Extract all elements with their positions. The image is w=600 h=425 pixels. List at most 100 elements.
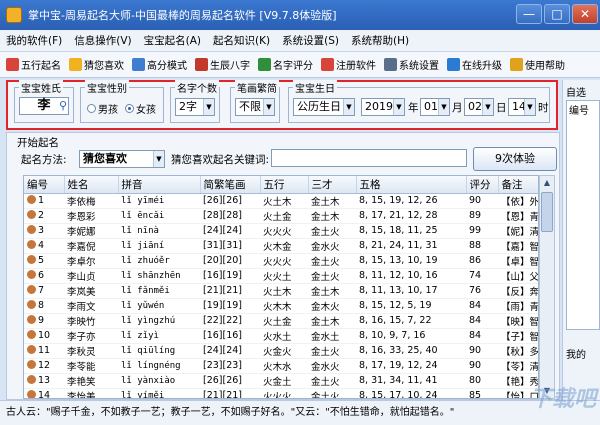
- cell-text: 84: [469, 300, 482, 311]
- cell-text: lǐ ēncǎi: [121, 210, 165, 221]
- minimize-button[interactable]: —: [516, 4, 542, 24]
- cell-text: 80: [469, 375, 482, 386]
- day-select[interactable]: 02 ▼: [464, 98, 494, 116]
- table-cell: 李恩彩: [64, 208, 118, 224]
- table-row[interactable]: 4 李嘉倪 lǐ jiāní [31][31] 火木金 金水火 8, 21, 24, 11,…: [24, 238, 538, 254]
- toolbar-button-9[interactable]: 使用帮助: [508, 57, 567, 72]
- baby-icon: [27, 255, 36, 264]
- cell-text: 李妮娜: [67, 226, 96, 238]
- gender-male-radio[interactable]: 男孩: [87, 101, 118, 116]
- table-cell: 80: [466, 373, 498, 389]
- name-count-value: 2字: [179, 100, 197, 113]
- column-header[interactable]: 五格: [356, 176, 467, 194]
- table-row[interactable]: 7 李岚美 lǐ fǎnměi [21][21] 火土木 金土木 8, 11, 13, 10…: [24, 283, 538, 299]
- table-row[interactable]: 12 李苓能 lǐ língnéng [23][23] 火木水 金水火 8, 17, 19,…: [24, 358, 538, 374]
- cell-text: 火土木: [263, 196, 292, 208]
- start-caption: 开始起名: [17, 137, 59, 149]
- side-panel: 自选 编号 我的: [562, 80, 600, 400]
- scroll-thumb[interactable]: [541, 192, 553, 232]
- column-header[interactable]: 三才: [308, 176, 357, 194]
- column-header[interactable]: 拼音: [118, 176, 201, 194]
- menu-info-operation[interactable]: 信息操作(V): [74, 33, 131, 48]
- scroll-down-icon[interactable]: ▼: [540, 384, 554, 398]
- scroll-up-icon[interactable]: ▲: [540, 176, 554, 190]
- toolbar-button-2[interactable]: 猜您喜欢: [67, 57, 126, 72]
- menu-system-settings[interactable]: 系统设置(S): [282, 33, 339, 48]
- table-cell: [21][21]: [200, 283, 260, 299]
- menu-naming-knowledge[interactable]: 起名知识(K): [213, 33, 270, 48]
- column-header[interactable]: 五行: [260, 176, 309, 194]
- table-scrollbar[interactable]: ▲ ▼: [539, 175, 555, 399]
- table-cell: lǐ yīméi: [118, 193, 200, 209]
- table-row[interactable]: 13 李艳笑 lǐ yànxiào [26][26] 火金土 金土火 8, 31, 34, …: [24, 373, 538, 389]
- baby-icon: [27, 195, 36, 204]
- cell-text: [26][26]: [203, 195, 243, 206]
- column-header[interactable]: 简繁笔画: [200, 176, 261, 194]
- cell-text: [28][28]: [203, 210, 243, 221]
- table-cell: 8, 31, 34, 11, 41: [356, 373, 466, 389]
- toolbar-button-7[interactable]: 系统设置: [382, 57, 441, 72]
- day-value: 02: [468, 100, 482, 113]
- keyword-input[interactable]: [271, 149, 467, 167]
- close-button[interactable]: ✕: [572, 4, 598, 24]
- toolbar-button-5[interactable]: 名字评分: [256, 57, 315, 72]
- cell-text: 76: [469, 285, 482, 296]
- column-header[interactable]: 备注: [498, 176, 538, 194]
- gender-male-label: 男孩: [98, 105, 118, 116]
- cell-text: 金土火: [311, 226, 340, 238]
- maximize-button[interactable]: □: [544, 4, 570, 24]
- start-trial-button[interactable]: 9次体验: [473, 147, 557, 171]
- cell-text: [19][19]: [203, 300, 243, 311]
- toolbar-button-6[interactable]: 注册软件: [319, 57, 378, 72]
- cell-text: 火土金: [263, 316, 292, 328]
- baby-icon: [27, 330, 36, 339]
- table-row[interactable]: 10 李子亦 lǐ zǐyì [16][16] 火水土 金水土 8, 10, 9, 7, 1…: [24, 328, 538, 344]
- toolbar-button-3[interactable]: 高分模式: [130, 57, 189, 72]
- cell-text: 金土火: [311, 346, 340, 358]
- table-row[interactable]: 8 李雨文 lǐ yǔwén [19][19] 火木木 金木火 8, 15, 12, 5, …: [24, 298, 538, 314]
- calendar-type-select[interactable]: 公历生日 ▼: [293, 98, 355, 116]
- month-select[interactable]: 01 ▼: [420, 98, 450, 116]
- side-list[interactable]: 编号: [566, 100, 600, 330]
- toolbar-button-4[interactable]: 生辰八字: [193, 57, 252, 72]
- cell-text: 86: [469, 255, 482, 266]
- menu-my-software[interactable]: 我的软件(F): [6, 33, 62, 48]
- table-row[interactable]: 1 李依梅 lǐ yīméi [26][26] 火土木 金土木 8, 15, 19, 12,…: [24, 193, 538, 209]
- surname-input[interactable]: 李 ⚲: [19, 97, 69, 115]
- search-icon[interactable]: ⚲: [59, 98, 67, 114]
- column-header[interactable]: 评分: [466, 176, 499, 194]
- cell-text: 李山贞: [67, 271, 96, 283]
- name-count-select[interactable]: 2字 ▼: [175, 98, 215, 116]
- toolbar-button-8[interactable]: 在线升级: [445, 57, 504, 72]
- table-cell: 10: [24, 328, 64, 344]
- table-row[interactable]: 3 李妮娜 lǐ nīnà [24][24] 火火火 金土火 8, 15, 18, 11, …: [24, 223, 538, 239]
- baby-icon: [27, 390, 36, 398]
- hour-select[interactable]: 14 ▼: [508, 98, 536, 116]
- column-header[interactable]: 编号: [24, 176, 65, 194]
- column-header[interactable]: 姓名: [64, 176, 119, 194]
- cell-text: 【卓】智无: [501, 256, 539, 268]
- app-icon: [6, 7, 22, 23]
- status-bar: 古人云："赐子千金，不如教子一艺；教子一艺，不如赐子好名。"又云："不怕生错命，…: [0, 400, 600, 425]
- table-row[interactable]: 9 李映竹 lǐ yìngzhú [22][22] 火土金 金土木 8, 16, 15, 7…: [24, 313, 538, 329]
- menu-baby-naming[interactable]: 宝宝起名(A): [144, 33, 201, 48]
- table-cell: 金水火: [308, 238, 356, 254]
- cell-text: 8, 17, 21, 12, 28: [359, 210, 438, 221]
- table-cell: 84: [466, 298, 498, 314]
- table-row[interactable]: 5 李卓尔 lǐ zhuóěr [20][20] 火火火 金土火 8, 15, 13, 10…: [24, 253, 539, 269]
- year-select[interactable]: 2019 ▼: [361, 98, 405, 116]
- score-icon: [258, 58, 271, 71]
- strokes-select[interactable]: 不限 ▼: [235, 98, 275, 116]
- gender-female-radio[interactable]: 女孩: [125, 101, 156, 116]
- table-row[interactable]: 2 李恩彩 lǐ ēncǎi [28][28] 火土金 金土木 8, 17, 21, 12,…: [24, 208, 538, 224]
- menu-system-help[interactable]: 系统帮助(H): [351, 33, 409, 48]
- table-cell: 【嘉】智无: [498, 238, 538, 254]
- table-cell: 李岚美: [64, 283, 118, 299]
- baby-icon: [27, 315, 36, 324]
- table-row[interactable]: 14 李怡美 lǐ yíměi [21][21] 火火火 金土火 8, 15, 17, 10…: [24, 388, 538, 398]
- table-row[interactable]: 11 李秋灵 lǐ qiūlíng [24][24] 火金火 金土火 8, 16, 33, …: [24, 343, 538, 359]
- cell-text: lǐ zhuóěr: [121, 255, 170, 266]
- table-row[interactable]: 6 李山贞 lǐ shānzhēn [16][19] 火火土 金土火 8, 11, 12, …: [24, 268, 538, 284]
- toolbar-button-1[interactable]: 五行起名: [4, 57, 63, 72]
- method-select[interactable]: 猜您喜欢 ▼: [79, 150, 165, 168]
